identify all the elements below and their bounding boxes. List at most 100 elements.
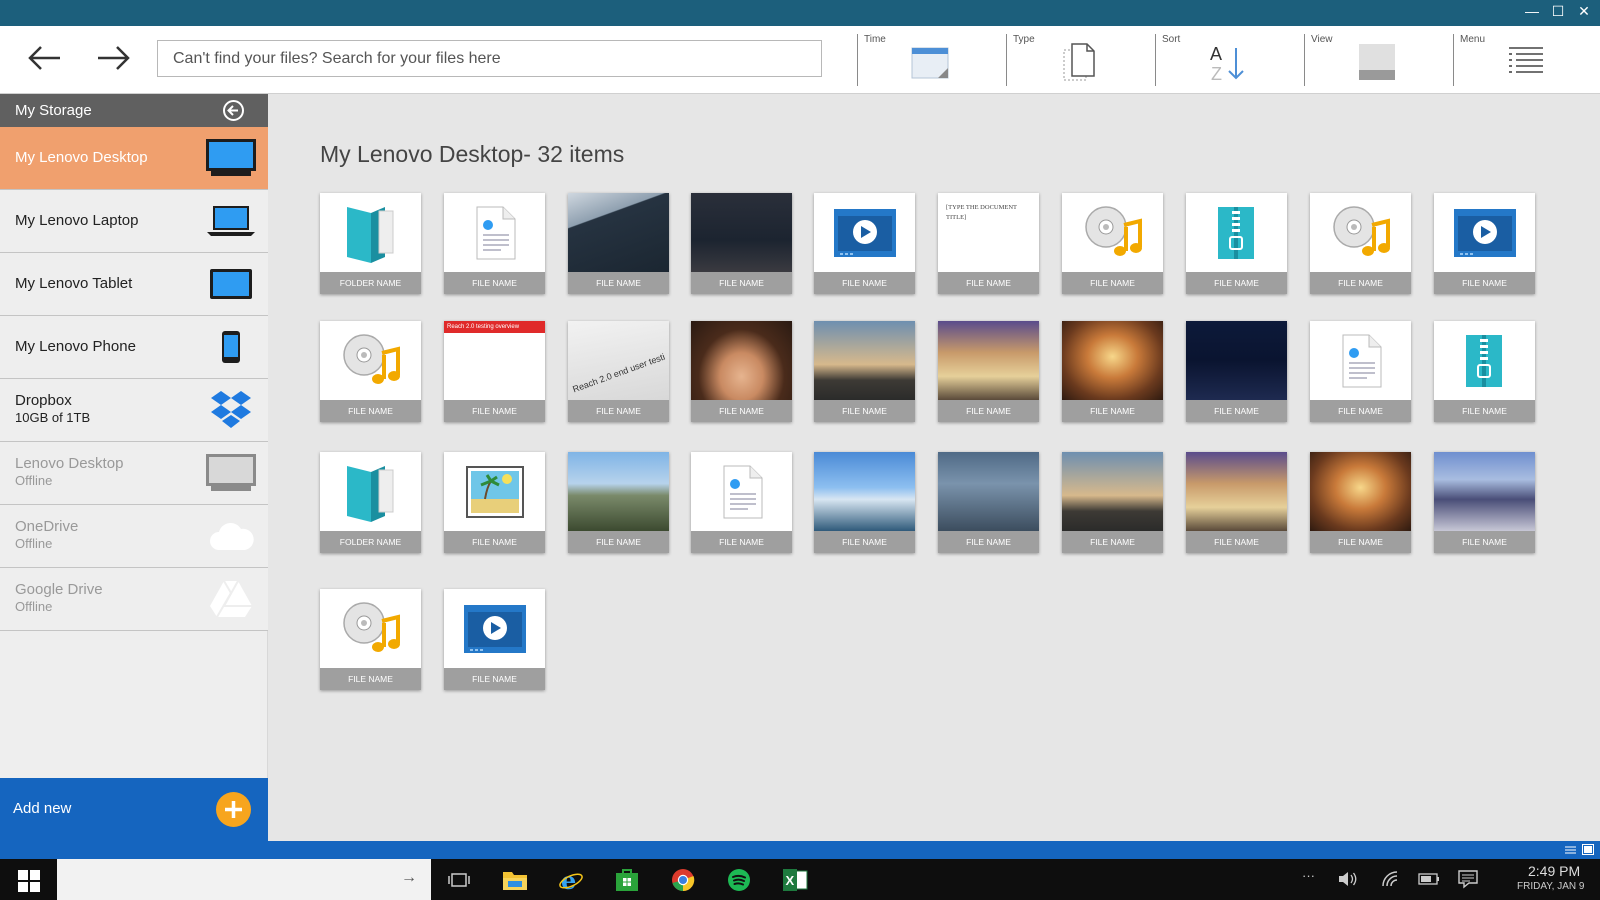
file-tile[interactable]: FILE NAME	[320, 321, 421, 422]
svg-text:A: A	[1210, 44, 1222, 64]
view-filter[interactable]: View	[1304, 34, 1449, 86]
time-filter[interactable]: Time	[857, 34, 1002, 86]
file-tile[interactable]: FILE NAME	[1434, 193, 1535, 294]
arrow-right-icon: →	[401, 869, 417, 886]
file-tile[interactable]: FILE NAME	[444, 452, 545, 553]
folder-tile[interactable]: FOLDER NAME	[320, 193, 421, 294]
file-tile[interactable]: [TYPE THE DOCUMENT TITLE] FILE NAME	[938, 193, 1039, 294]
file-tile[interactable]: FILE NAME	[568, 452, 669, 553]
file-tile[interactable]: FILE NAME	[1186, 452, 1287, 553]
file-tile[interactable]: FILE NAME	[814, 452, 915, 553]
forward-button[interactable]	[92, 38, 136, 78]
battery-icon[interactable]	[1417, 868, 1441, 890]
tile-name-label: FILE NAME	[1310, 272, 1411, 294]
file-tile[interactable]: FILE NAME	[938, 321, 1039, 422]
chrome-icon[interactable]	[668, 866, 698, 894]
video-icon	[814, 193, 915, 272]
slide-thumbnail-title: Reach 2.0 testing overview	[444, 321, 545, 333]
sidebar-item-lenovo-desktop[interactable]: Lenovo Desktop Offline	[0, 442, 268, 505]
sidebar-item-my-lenovo-desktop[interactable]: My Lenovo Desktop	[0, 127, 268, 190]
sidebar-item-my-lenovo-tablet[interactable]: My Lenovo Tablet	[0, 253, 268, 316]
minimize-button[interactable]: —	[1519, 3, 1545, 19]
file-tile[interactable]: Reach 2.0 testing overview FILE NAME	[444, 321, 545, 422]
zip-icon	[1434, 321, 1535, 400]
close-button[interactable]: ✕	[1571, 3, 1597, 20]
document-icon	[1310, 321, 1411, 400]
file-explorer-icon[interactable]	[500, 866, 530, 894]
storage-sidebar: My Storage My Lenovo Desktop My Lenovo L…	[0, 94, 268, 841]
file-tile[interactable]: FILE NAME	[1062, 321, 1163, 422]
file-tile[interactable]: FILE NAME	[1310, 452, 1411, 553]
sidebar-item-label: Lenovo Desktop	[15, 455, 124, 472]
sidebar-item-onedrive[interactable]: OneDrive Offline	[0, 505, 268, 568]
tile-name-label: FILE NAME	[938, 272, 1039, 294]
action-center-icon[interactable]	[1456, 868, 1480, 890]
file-tile[interactable]: FILE NAME	[1186, 193, 1287, 294]
network-icon[interactable]	[1380, 868, 1402, 890]
file-tile[interactable]: FILE NAME	[320, 589, 421, 690]
menu-button[interactable]: Menu	[1453, 34, 1598, 86]
start-button[interactable]	[12, 869, 46, 893]
taskbar-search-box[interactable]: →	[57, 859, 431, 900]
spotify-icon[interactable]	[724, 866, 754, 894]
tile-name-label: FOLDER NAME	[320, 272, 421, 294]
document-type-icon	[1059, 42, 1099, 82]
file-tile[interactable]: FILE NAME	[1062, 193, 1163, 294]
file-tile[interactable]: FILE NAME	[1434, 452, 1535, 553]
file-tile[interactable]: FILE NAME	[691, 321, 792, 422]
tile-name-label: FILE NAME	[444, 400, 545, 422]
file-tile[interactable]: FILE NAME	[691, 452, 792, 553]
sort-filter[interactable]: Sort AZ	[1155, 34, 1300, 86]
desktop-monitor-icon	[204, 452, 258, 494]
sidebar-item-my-lenovo-phone[interactable]: My Lenovo Phone	[0, 316, 268, 379]
file-tile[interactable]: FILE NAME	[1186, 321, 1287, 422]
sidebar-item-sub: Offline	[15, 536, 53, 551]
sidebar-collapse-button[interactable]	[223, 100, 244, 121]
file-tile[interactable]: FILE NAME	[568, 193, 669, 294]
windows-taskbar: → e X ··· 2:49 PM FRIDAY, JAN 9	[0, 859, 1600, 900]
sidebar-item-google-drive[interactable]: Google Drive Offline	[0, 568, 268, 631]
photo-thumbnail	[814, 321, 915, 400]
file-tile[interactable]: FILE NAME	[1434, 321, 1535, 422]
zip-icon	[1186, 193, 1287, 272]
file-tile[interactable]: FILE NAME	[938, 452, 1039, 553]
type-filter[interactable]: Type	[1006, 34, 1151, 86]
file-tile[interactable]: FILE NAME	[814, 193, 915, 294]
desktop-monitor-icon	[204, 137, 258, 179]
photo-thumbnail-caption: Reach 2.0 end user testi	[570, 351, 667, 394]
task-view-icon[interactable]	[444, 866, 474, 894]
file-tile[interactable]: FILE NAME	[1062, 452, 1163, 553]
music-icon	[1062, 193, 1163, 272]
arrow-right-icon	[98, 46, 130, 70]
search-input[interactable]	[157, 40, 822, 77]
file-tile[interactable]: FILE NAME	[1310, 193, 1411, 294]
tile-name-label: FILE NAME	[1062, 531, 1163, 553]
file-tile[interactable]: FILE NAME	[691, 193, 792, 294]
file-tile[interactable]: FILE NAME	[1310, 321, 1411, 422]
svg-text:Z: Z	[1211, 64, 1222, 82]
photo-image	[568, 193, 669, 272]
excel-icon[interactable]: X	[780, 866, 810, 894]
clock-time[interactable]: 2:49 PM	[1528, 863, 1580, 879]
sidebar-item-my-lenovo-laptop[interactable]: My Lenovo Laptop	[0, 190, 268, 253]
file-tile[interactable]: Reach 2.0 end user testi FILE NAME	[568, 321, 669, 422]
volume-icon[interactable]	[1337, 868, 1359, 890]
calendar-icon	[910, 42, 950, 82]
internet-explorer-icon[interactable]: e	[556, 866, 586, 894]
sidebar-item-dropbox[interactable]: Dropbox 10GB of 1TB	[0, 379, 268, 442]
file-tile[interactable]: FILE NAME	[444, 193, 545, 294]
folder-tile[interactable]: FOLDER NAME	[320, 452, 421, 553]
show-hidden-icons-button[interactable]: ···	[1302, 868, 1315, 883]
tile-name-label: FILE NAME	[1186, 400, 1287, 422]
file-tile[interactable]: FILE NAME	[444, 589, 545, 690]
toolbar: Time Type Sort AZ View Menu	[0, 26, 1600, 94]
clock-date[interactable]: FRIDAY, JAN 9	[1517, 881, 1584, 892]
photo-thumbnail	[691, 321, 792, 400]
tile-name-label: FILE NAME	[568, 272, 669, 294]
back-button[interactable]	[22, 38, 66, 78]
photo-image	[1434, 452, 1535, 531]
add-new-storage-button[interactable]: Add new	[0, 778, 268, 841]
maximize-button[interactable]: ☐	[1545, 3, 1571, 20]
store-icon[interactable]	[612, 866, 642, 894]
file-tile[interactable]: FILE NAME	[814, 321, 915, 422]
